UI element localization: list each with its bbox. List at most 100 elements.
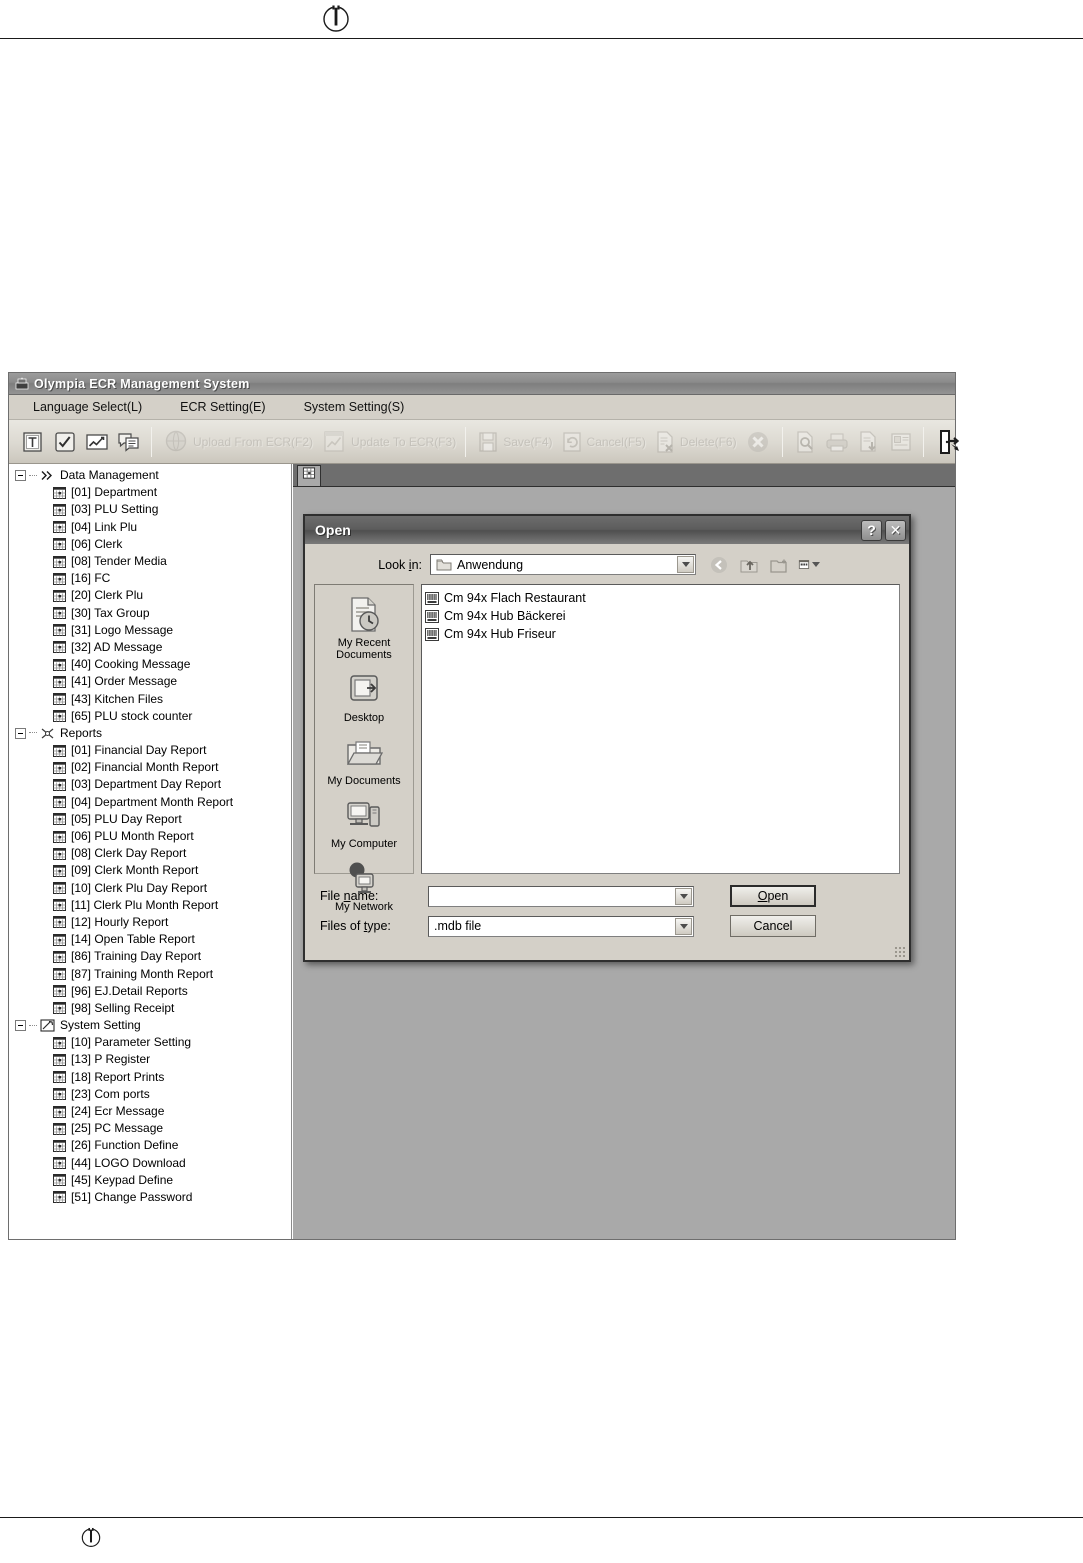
tree-item[interactable]: [98] Selling Receipt <box>9 1000 291 1017</box>
tree-item[interactable]: [05] PLU Day Report <box>9 811 291 828</box>
tree-item[interactable]: [25] PC Message <box>9 1120 291 1137</box>
tree-group-reports[interactable]: Reports <box>9 725 291 742</box>
up-one-level-button[interactable] <box>738 555 760 575</box>
place-my-documents[interactable]: My Documents <box>316 733 412 787</box>
tree-item[interactable]: [03] PLU Setting <box>9 501 291 518</box>
file-list-item[interactable]: Cm 94x Hub Friseur <box>425 625 896 643</box>
toolbar-save[interactable]: Save(F4) <box>472 422 555 462</box>
open-button[interactable]: Open <box>730 885 816 907</box>
content-tab[interactable] <box>297 465 321 486</box>
navigation-tree[interactable]: Data Management [01] Department [03] PLU … <box>9 464 292 1239</box>
chevron-down-icon[interactable] <box>812 562 820 567</box>
tree-item[interactable]: [09] Clerk Month Report <box>9 862 291 879</box>
file-list-item[interactable]: Cm 94x Hub Bäckerei <box>425 607 896 625</box>
toolbar-update-to-ecr[interactable]: Update To ECR(F3) <box>316 422 459 462</box>
tree-item[interactable]: [06] Clerk <box>9 536 291 553</box>
tree-item[interactable]: [02] Financial Month Report <box>9 759 291 776</box>
place-my-computer[interactable]: My Computer <box>316 796 412 850</box>
chevron-down-icon[interactable] <box>677 556 694 573</box>
tree-item-label: [16] FC <box>71 571 111 586</box>
tree-item[interactable]: [23] Com ports <box>9 1086 291 1103</box>
tree-item[interactable]: [01] Department <box>9 484 291 501</box>
tree-item[interactable]: [10] Clerk Plu Day Report <box>9 880 291 897</box>
tree-item[interactable]: [14] Open Table Report <box>9 931 291 948</box>
tree-item[interactable]: [65] PLU stock counter <box>9 708 291 725</box>
tree-item[interactable]: [26] Function Define <box>9 1137 291 1154</box>
file-list-item[interactable]: Cm 94x Flach Restaurant <box>425 589 896 607</box>
tree-item[interactable]: [44] LOGO Download <box>9 1155 291 1172</box>
tree-item[interactable]: [86] Training Day Report <box>9 948 291 965</box>
files-of-type-dropdown[interactable]: .mdb file <box>428 915 694 937</box>
toolbar-print[interactable] <box>821 422 853 462</box>
tree-item[interactable]: [10] Parameter Setting <box>9 1034 291 1051</box>
place-my-network[interactable]: My Network <box>316 859 412 913</box>
toolbar-department[interactable] <box>17 422 49 462</box>
collapse-icon[interactable] <box>15 1020 26 1032</box>
tree-item-label: [96] EJ.Detail Reports <box>71 983 188 998</box>
tree-item[interactable]: [03] Department Day Report <box>9 776 291 793</box>
tree-item[interactable]: [16] FC <box>9 570 291 587</box>
new-folder-button[interactable] <box>768 555 790 575</box>
views-button[interactable] <box>798 555 820 575</box>
tree-group-label: Data Management <box>60 468 159 483</box>
toolbar-cancel[interactable]: Cancel(F5) <box>556 422 649 462</box>
toolbar-print-preview[interactable] <box>789 422 821 462</box>
tree-item[interactable]: [40] Cooking Message <box>9 656 291 673</box>
print-preview-icon <box>792 429 818 455</box>
tree-item[interactable]: [13] P Register <box>9 1051 291 1068</box>
tree-group-data-management[interactable]: Data Management <box>9 467 291 484</box>
tree-item[interactable]: [06] PLU Month Report <box>9 828 291 845</box>
tree-item[interactable]: [12] Hourly Report <box>9 914 291 931</box>
toolbar-export[interactable] <box>853 422 885 462</box>
tree-item[interactable]: [11] Clerk Plu Month Report <box>9 897 291 914</box>
toolbar-messages[interactable] <box>113 422 145 462</box>
grid-table-icon <box>53 899 66 912</box>
collapse-icon[interactable] <box>15 470 26 482</box>
tree-item[interactable]: [04] Department Month Report <box>9 794 291 811</box>
grid-table-icon <box>53 744 66 757</box>
file-list[interactable]: Cm 94x Flach Restaurant Cm 94x Hub Bäcker… <box>421 584 900 874</box>
cancel-button[interactable]: Cancel <box>730 915 816 937</box>
look-in-dropdown[interactable]: Anwendung <box>430 554 696 575</box>
tree-group-system-setting[interactable]: System Setting <box>9 1017 291 1034</box>
tree-item[interactable]: [31] Logo Message <box>9 622 291 639</box>
tree-item[interactable]: [20] Clerk Plu <box>9 587 291 604</box>
tree-item[interactable]: [45] Keypad Define <box>9 1172 291 1189</box>
back-button[interactable] <box>708 555 730 575</box>
toolbar-delete[interactable]: Delete(F6) <box>649 422 740 462</box>
help-button[interactable]: ? <box>861 519 882 541</box>
toolbar-chart[interactable] <box>81 422 113 462</box>
file-name-input[interactable] <box>428 885 694 907</box>
tree-item[interactable]: [41] Order Message <box>9 673 291 690</box>
collapse-icon[interactable] <box>15 727 26 739</box>
tree-item-label: [44] LOGO Download <box>71 1155 186 1170</box>
toolbar-exit[interactable] <box>930 422 966 462</box>
tree-item[interactable]: [08] Clerk Day Report <box>9 845 291 862</box>
menu-ecr-setting[interactable]: ECR Setting(E) <box>168 397 277 417</box>
chevron-down-icon[interactable] <box>675 887 692 905</box>
tree-item[interactable]: [43] Kitchen Files <box>9 690 291 707</box>
tree-item[interactable]: [32] AD Message <box>9 639 291 656</box>
tree-item[interactable]: [87] Training Month Report <box>9 965 291 982</box>
tree-item[interactable]: [04] Link Plu <box>9 519 291 536</box>
menu-language-select[interactable]: Language Select(L) <box>21 397 154 417</box>
close-icon[interactable]: ✕ <box>885 519 906 541</box>
tree-item[interactable]: [18] Report Prints <box>9 1069 291 1086</box>
tree-item[interactable]: [08] Tender Media <box>9 553 291 570</box>
resize-grip[interactable] <box>894 946 906 958</box>
export-icon <box>856 429 882 455</box>
place-my-recent-documents[interactable]: My Recent Documents <box>316 595 412 661</box>
tree-item[interactable]: [96] EJ.Detail Reports <box>9 983 291 1000</box>
tree-item[interactable]: [01] Financial Day Report <box>9 742 291 759</box>
toolbar-upload-from-ecr[interactable]: Upload From ECR(F2) <box>158 422 316 462</box>
toolbar-close[interactable] <box>740 422 776 462</box>
menu-system-setting[interactable]: System Setting(S) <box>292 397 417 417</box>
chevron-down-icon[interactable] <box>675 917 692 935</box>
tree-item[interactable]: [30] Tax Group <box>9 605 291 622</box>
tree-item[interactable]: [51] Change Password <box>9 1189 291 1206</box>
toolbar-page-setup[interactable] <box>885 422 917 462</box>
place-desktop[interactable]: Desktop <box>316 670 412 724</box>
toolbar-checklist[interactable] <box>49 422 81 462</box>
tree-item[interactable]: [24] Ecr Message <box>9 1103 291 1120</box>
grid-table-icon <box>53 761 66 774</box>
